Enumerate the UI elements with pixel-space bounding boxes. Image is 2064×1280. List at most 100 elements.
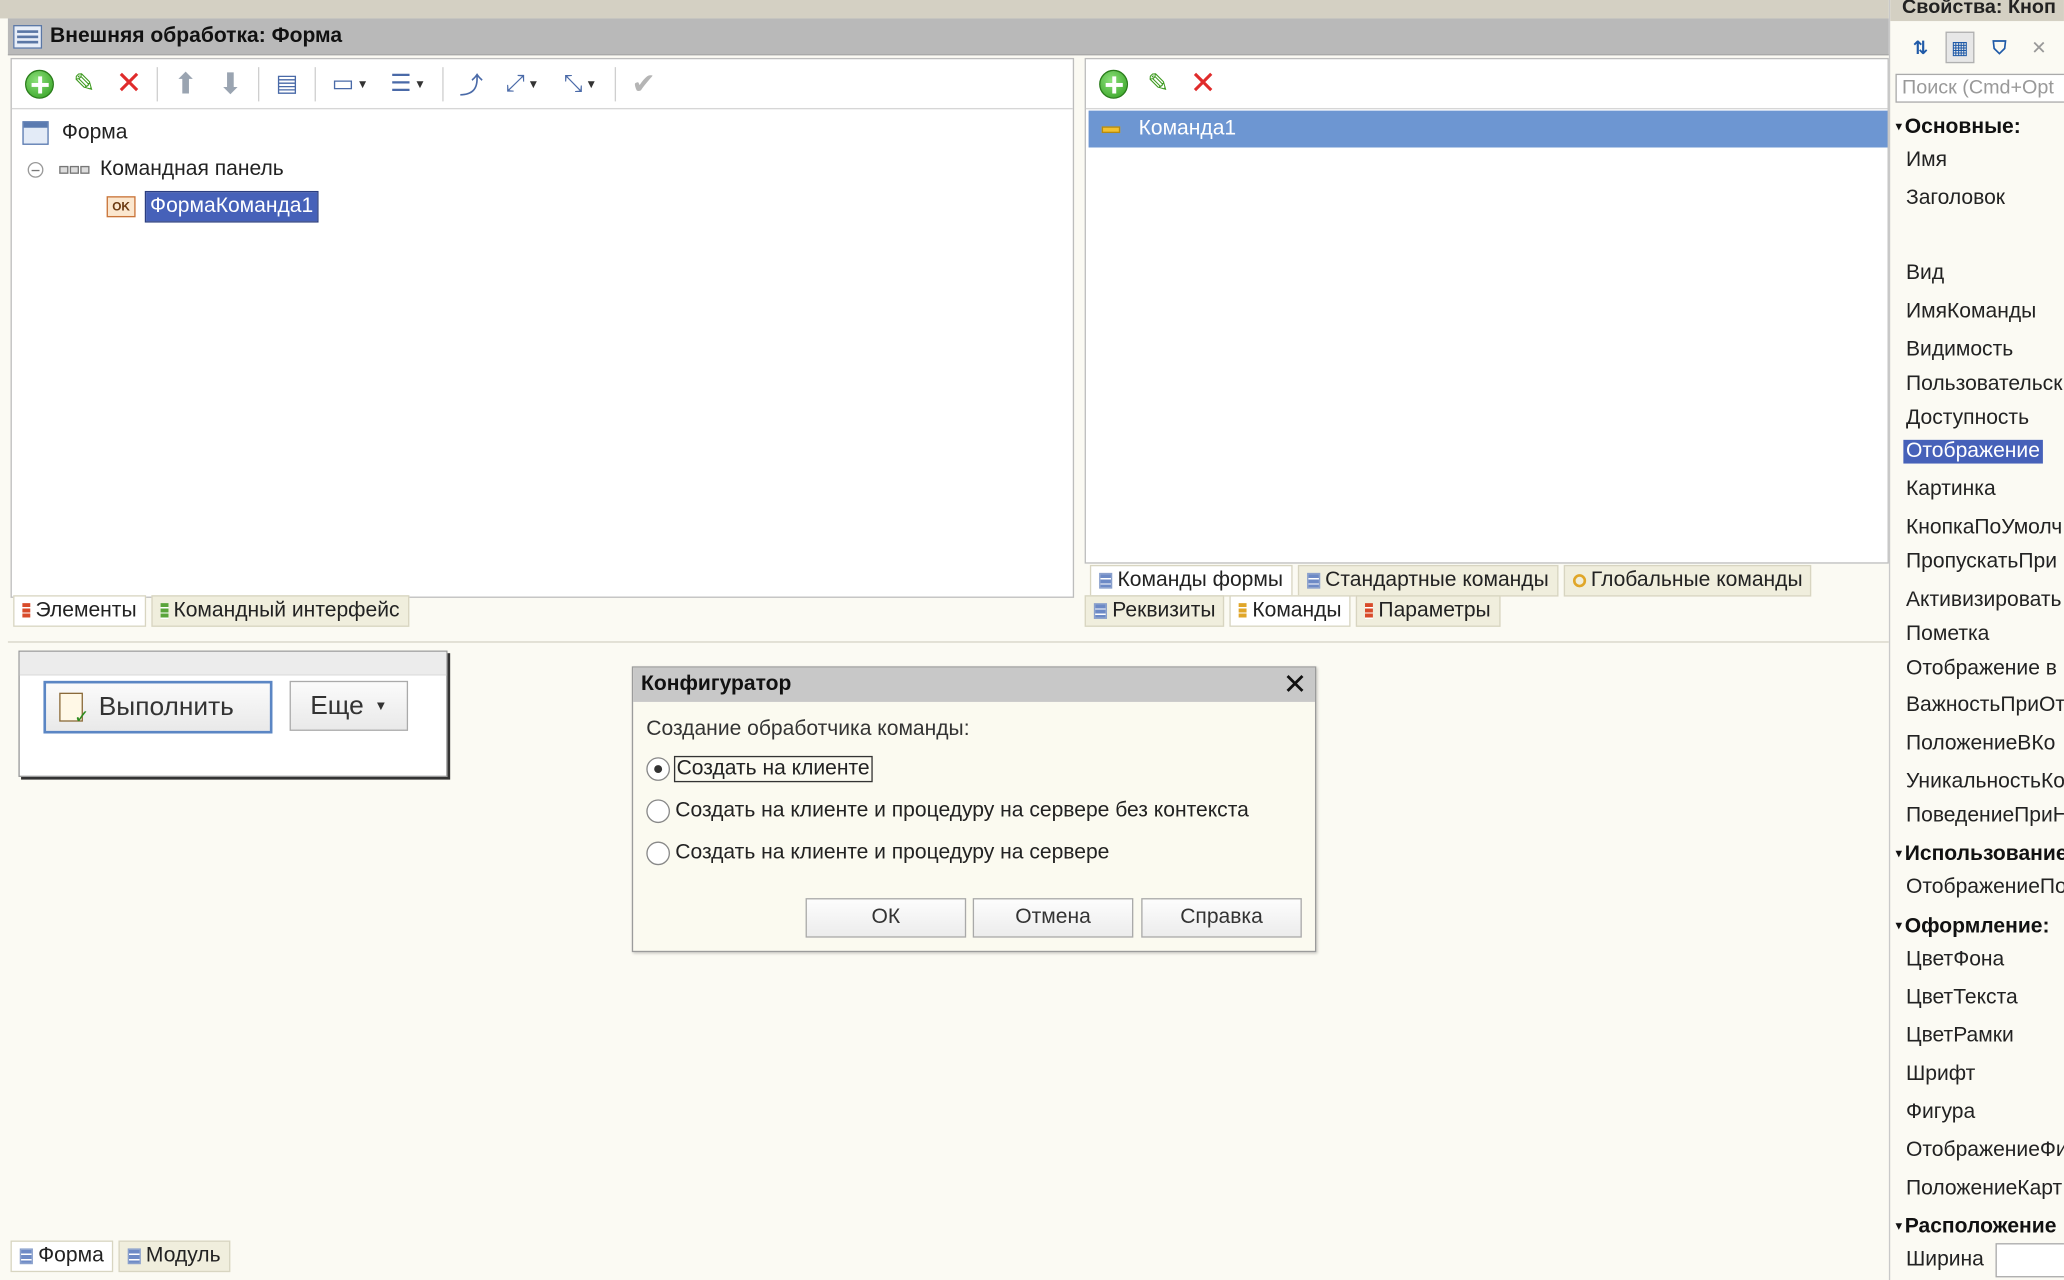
- collapse-icon[interactable]: [27, 161, 44, 178]
- commands-toolbar: ✎ ✕: [1085, 59, 1888, 110]
- properties-toolbar: ⇅ ▦ ⛉ ✕: [1890, 21, 2064, 74]
- dialog-prompt: Создание обработчика команды:: [646, 717, 970, 741]
- add-button[interactable]: [20, 64, 59, 104]
- radio-button[interactable]: [646, 757, 670, 781]
- command-name: Команда1: [1138, 117, 1237, 140]
- prop-uniqueness[interactable]: УникальностьКо: [1906, 770, 2064, 794]
- width-input[interactable]: [1995, 1243, 2064, 1278]
- add-icon: [25, 69, 54, 99]
- prop-default-button[interactable]: КнопкаПоУмолч: [1906, 516, 2062, 540]
- radio-label: Создать на клиенте и процедуру на сервер…: [675, 841, 1110, 864]
- categories-icon[interactable]: ▦: [1945, 31, 1975, 64]
- prop-picture-position[interactable]: ПоложениеКарт: [1906, 1177, 2062, 1201]
- create-handler-dialog: Конфигуратор ✕ Создание обработчика кома…: [631, 666, 1317, 953]
- prop-activate[interactable]: Активизировать: [1906, 589, 2062, 613]
- ok-button[interactable]: ОК: [805, 898, 967, 938]
- prop-kind[interactable]: Вид: [1906, 262, 1944, 286]
- stretch-dropdown[interactable]: ⤡ ▼: [554, 64, 607, 104]
- prop-picture[interactable]: Картинка: [1906, 478, 1996, 502]
- tree-node-form[interactable]: Форма: [22, 115, 317, 152]
- form-tab-icon: [19, 1248, 33, 1265]
- group-appearance[interactable]: Оформление:: [1895, 915, 2050, 939]
- radio-option-client-server-nocontext[interactable]: Создать на клиенте и процедуру на сервер…: [646, 799, 1249, 824]
- link-arrow-icon: ⤴: [459, 71, 484, 99]
- cancel-button[interactable]: Отмена: [972, 898, 1134, 938]
- edit-button[interactable]: ✎: [64, 64, 103, 104]
- radio-label: Создать на клиенте: [673, 755, 873, 783]
- more-button[interactable]: Еще ▼: [289, 680, 409, 731]
- edit-command-button[interactable]: ✎: [1139, 64, 1178, 104]
- link-button[interactable]: ⤴: [451, 64, 490, 104]
- add-command-button[interactable]: [1094, 64, 1133, 104]
- command-interface-icon: [160, 603, 169, 619]
- delete-button[interactable]: ✕: [109, 64, 148, 104]
- group-layout[interactable]: Расположение: [1895, 1215, 2057, 1239]
- tab-parameters[interactable]: Параметры: [1356, 595, 1500, 627]
- prop-shape[interactable]: Фигура: [1906, 1101, 1975, 1125]
- prop-position-in-bar[interactable]: ПоложениеВКо: [1906, 732, 2055, 756]
- prop-availability[interactable]: Доступность: [1906, 407, 2029, 431]
- layout-icon: ☰: [390, 69, 412, 97]
- tab-form[interactable]: Форма: [10, 1240, 114, 1273]
- layout-dropdown[interactable]: ☰ ▼: [382, 64, 435, 104]
- prop-font[interactable]: Шрифт: [1906, 1063, 1975, 1087]
- prop-border-color[interactable]: ЦветРамки: [1906, 1025, 2014, 1049]
- tab-global-commands[interactable]: Глобальные команды: [1563, 564, 1812, 597]
- tab-standard-commands[interactable]: Стандартные команды: [1297, 564, 1558, 597]
- help-button[interactable]: Справка: [1141, 898, 1302, 938]
- tab-command-interface[interactable]: Командный интерфейс: [151, 595, 409, 627]
- radio-label: Создать на клиенте и процедуру на сервер…: [675, 799, 1249, 822]
- prop-display-in[interactable]: Отображение в: [1906, 657, 2057, 681]
- radio-button[interactable]: [646, 799, 670, 824]
- module-tab-icon: [127, 1248, 141, 1265]
- tab-form-commands[interactable]: Команды формы: [1089, 564, 1293, 597]
- prop-width[interactable]: Ширина: [1906, 1248, 1984, 1272]
- move-down-button[interactable]: ⬇: [211, 64, 250, 104]
- prop-title[interactable]: Заголовок: [1906, 187, 2005, 211]
- sort-az-icon[interactable]: ⇅: [1906, 32, 1935, 64]
- resize-dropdown[interactable]: ⤢ ▼: [496, 64, 549, 104]
- chevron-down-icon: ▼: [414, 77, 426, 91]
- prop-text-color[interactable]: ЦветТекста: [1906, 986, 2018, 1010]
- elements-tree: Форма Командная панель OK ФормаКоманда1: [22, 115, 319, 226]
- list-item-command[interactable]: Команда1: [1088, 110, 1888, 148]
- properties-search-input[interactable]: Поиск (Cmd+Opt: [1895, 73, 2064, 103]
- tab-attributes[interactable]: Реквизиты: [1084, 595, 1225, 627]
- prop-display[interactable]: Отображение: [1903, 439, 2043, 464]
- execute-button[interactable]: Выполнить: [43, 680, 273, 734]
- ok-button-icon: OK: [106, 196, 136, 218]
- parameters-icon: [1365, 603, 1374, 619]
- delete-command-button[interactable]: ✕: [1183, 64, 1222, 104]
- radio-button[interactable]: [646, 841, 670, 866]
- prop-behavior[interactable]: ПоведениеПриН: [1906, 805, 2064, 829]
- display-dropdown[interactable]: ▭ ▼: [324, 64, 377, 104]
- radio-option-client[interactable]: Создать на клиенте: [646, 755, 873, 783]
- filter-icon[interactable]: ⛉: [1985, 32, 2014, 64]
- prop-command-name[interactable]: ИмяКоманды: [1906, 300, 2036, 324]
- prop-mark[interactable]: Пометка: [1906, 623, 1989, 647]
- move-up-button[interactable]: ⬆: [166, 64, 205, 104]
- prop-visibility[interactable]: Видимость: [1906, 338, 2013, 362]
- prop-user-visibility[interactable]: Пользовательск: [1906, 373, 2062, 397]
- tree-node-form-command[interactable]: OK ФормаКоманда1: [22, 188, 319, 225]
- group-usage[interactable]: Использование: [1895, 843, 2064, 867]
- tab-commands[interactable]: Команды: [1229, 595, 1351, 627]
- prop-shape-display[interactable]: ОтображениеФи: [1906, 1139, 2064, 1163]
- properties-button[interactable]: ▤: [267, 64, 306, 104]
- tab-module[interactable]: Модуль: [118, 1240, 230, 1273]
- prop-name[interactable]: Имя: [1906, 149, 1947, 173]
- prop-display-usage[interactable]: ОтображениеПо: [1906, 876, 2064, 900]
- radio-option-client-server[interactable]: Создать на клиенте и процедуру на сервер…: [646, 841, 1110, 866]
- prop-importance[interactable]: ВажностьПриОт: [1906, 694, 2064, 718]
- tree-node-command-panel[interactable]: Командная панель: [22, 151, 317, 188]
- tab-elements[interactable]: Элементы: [13, 595, 146, 627]
- group-main[interactable]: Основные:: [1895, 116, 2021, 140]
- prop-bg-color[interactable]: ЦветФона: [1906, 948, 2004, 972]
- pencil-icon: ✎: [1147, 69, 1170, 99]
- prop-skip-on-input[interactable]: ПропускатьПри: [1906, 550, 2057, 574]
- tree-node-label-selected: ФормаКоманда1: [144, 190, 319, 223]
- check-button[interactable]: ✔: [624, 64, 663, 104]
- arrow-down-icon: ⬇: [218, 66, 243, 100]
- close-icon[interactable]: ✕: [1283, 670, 1307, 699]
- close-icon[interactable]: ✕: [2024, 32, 2053, 64]
